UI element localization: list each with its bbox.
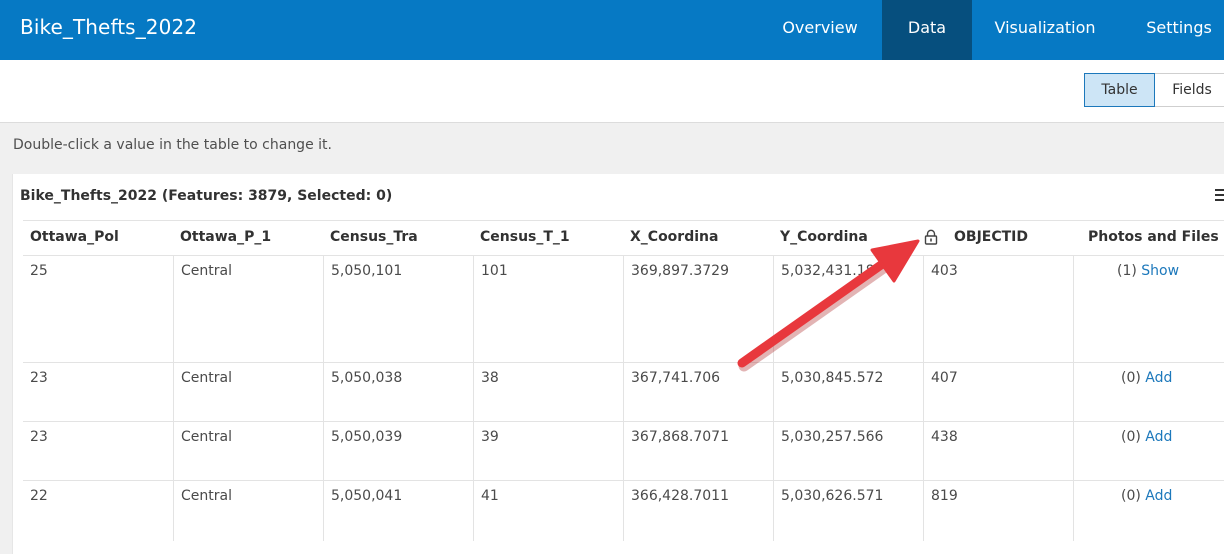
- cell-ottawa-pol[interactable]: 23: [23, 422, 173, 481]
- column-header-census-tra[interactable]: Census_Tra: [330, 221, 418, 255]
- column-header-objectid[interactable]: OBJECTID: [954, 221, 1028, 255]
- cell-census-t-1[interactable]: 39: [473, 422, 623, 481]
- column-header-y-coordina[interactable]: Y_Coordina: [780, 221, 868, 255]
- cell-ottawa-pol[interactable]: 22: [23, 481, 173, 541]
- cell-y-coordina[interactable]: 5,030,257.566: [773, 422, 923, 481]
- tab-visualization[interactable]: Visualization: [986, 0, 1104, 60]
- cell-photos-and-files: (0) Add: [1073, 422, 1224, 481]
- tab-settings[interactable]: Settings: [1134, 0, 1224, 60]
- fields-view-button[interactable]: Fields: [1155, 73, 1224, 107]
- table-row[interactable]: 22 Central 5,050,041 41 366,428.7011 5,0…: [23, 480, 1224, 541]
- column-header-census-t-1[interactable]: Census_T_1: [480, 221, 570, 255]
- cell-photos-and-files: (0) Add: [1073, 363, 1224, 422]
- menu-icon[interactable]: [1215, 189, 1224, 203]
- cell-objectid: 403: [923, 256, 1073, 363]
- cell-photos-and-files: (1) Show: [1073, 256, 1224, 363]
- cell-y-coordina[interactable]: 5,030,845.572: [773, 363, 923, 422]
- cell-ottawa-p-1[interactable]: Central: [173, 363, 323, 422]
- cell-ottawa-p-1[interactable]: Central: [173, 422, 323, 481]
- column-header-x-coordina[interactable]: X_Coordina: [630, 221, 718, 255]
- show-attachments-link[interactable]: Show: [1141, 263, 1179, 279]
- cell-census-tra[interactable]: 5,050,101: [323, 256, 473, 363]
- app-header: Bike_Thefts_2022 Overview Data Visualiza…: [0, 0, 1224, 60]
- tab-data[interactable]: Data: [882, 0, 972, 60]
- cell-y-coordina[interactable]: 5,032,431.18: [773, 256, 923, 363]
- cell-objectid: 407: [923, 363, 1073, 422]
- cell-x-coordina[interactable]: 366,428.7011: [623, 481, 773, 541]
- lock-icon: [924, 229, 938, 245]
- cell-census-tra[interactable]: 5,050,038: [323, 363, 473, 422]
- table-view-button[interactable]: Table: [1084, 73, 1155, 107]
- attachment-count: (1): [1117, 263, 1137, 279]
- table-title: Bike_Thefts_2022 (Features: 3879, Select…: [20, 188, 393, 204]
- cell-census-tra[interactable]: 5,050,041: [323, 481, 473, 541]
- tab-overview[interactable]: Overview: [772, 0, 868, 60]
- attachment-count: (0): [1121, 370, 1141, 386]
- cell-ottawa-p-1[interactable]: Central: [173, 256, 323, 363]
- cell-census-t-1[interactable]: 101: [473, 256, 623, 363]
- cell-ottawa-pol[interactable]: 23: [23, 363, 173, 422]
- add-attachment-link[interactable]: Add: [1145, 488, 1172, 504]
- attachment-count: (0): [1121, 488, 1141, 504]
- cell-census-tra[interactable]: 5,050,039: [323, 422, 473, 481]
- edit-hint: Double-click a value in the table to cha…: [13, 137, 332, 153]
- cell-x-coordina[interactable]: 367,741.706: [623, 363, 773, 422]
- add-attachment-link[interactable]: Add: [1145, 370, 1172, 386]
- table-row[interactable]: 23 Central 5,050,038 38 367,741.706 5,03…: [23, 362, 1224, 422]
- add-attachment-link[interactable]: Add: [1145, 429, 1172, 445]
- cell-objectid: 438: [923, 422, 1073, 481]
- column-header-photos-and-files[interactable]: Photos and Files: [1088, 221, 1219, 255]
- cell-census-t-1[interactable]: 38: [473, 363, 623, 422]
- cell-ottawa-p-1[interactable]: Central: [173, 481, 323, 541]
- cell-objectid: 819: [923, 481, 1073, 541]
- cell-photos-and-files: (0) Add: [1073, 481, 1224, 541]
- cell-y-coordina[interactable]: 5,030,626.571: [773, 481, 923, 541]
- table-row[interactable]: 25 Central 5,050,101 101 369,897.3729 5,…: [23, 255, 1224, 363]
- cell-ottawa-pol[interactable]: 25: [23, 256, 173, 363]
- table-row[interactable]: 23 Central 5,050,039 39 367,868.7071 5,0…: [23, 421, 1224, 481]
- cell-x-coordina[interactable]: 367,868.7071: [623, 422, 773, 481]
- view-toolbar: Table Fields: [0, 60, 1224, 123]
- attachment-count: (0): [1121, 429, 1141, 445]
- column-header-ottawa-pol[interactable]: Ottawa_Pol: [30, 221, 119, 255]
- attribute-table: Ottawa_Pol Ottawa_P_1 Census_Tra Census_…: [23, 220, 1224, 541]
- cell-census-t-1[interactable]: 41: [473, 481, 623, 541]
- table-panel: Bike_Thefts_2022 (Features: 3879, Select…: [12, 174, 1224, 554]
- cell-x-coordina[interactable]: 369,897.3729: [623, 256, 773, 363]
- column-header-ottawa-p-1[interactable]: Ottawa_P_1: [180, 221, 271, 255]
- app-title: Bike_Thefts_2022: [20, 15, 198, 39]
